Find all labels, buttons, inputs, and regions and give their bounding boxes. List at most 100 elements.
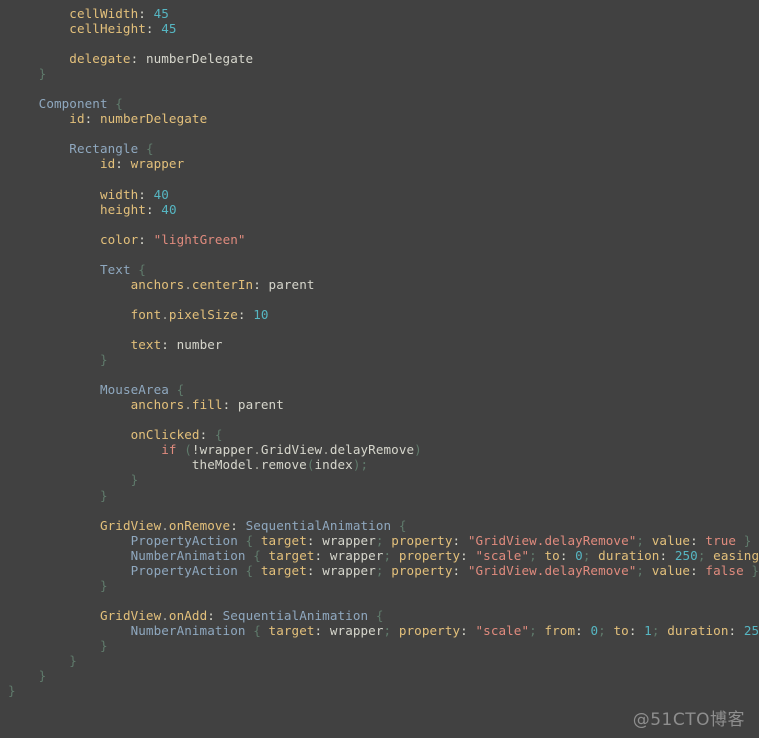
code-line[interactable]: anchors.centerIn: parent [8, 277, 759, 292]
code-token: onRemove [168, 517, 231, 533]
code-line[interactable]: if (!wrapper.GridView.delayRemove) [8, 442, 759, 457]
code-token: } [69, 653, 77, 669]
code-token: delayRemove [329, 442, 415, 458]
code-line[interactable]: } [8, 352, 759, 367]
code-token: 45 [153, 6, 169, 21]
code-line[interactable] [8, 217, 759, 232]
code-line[interactable]: PropertyAction { target: wrapper; proper… [8, 563, 759, 578]
code-token: 45 [161, 21, 177, 37]
code-token: fill [191, 397, 223, 413]
code-line[interactable]: GridView.onRemove: SequentialAnimation { [8, 518, 759, 533]
code-line[interactable]: font.pixelSize: 10 [8, 307, 759, 322]
code-line[interactable]: } [8, 66, 759, 81]
code-line[interactable] [8, 126, 759, 141]
code-token: : [253, 276, 261, 292]
code-token: ( [184, 442, 192, 458]
code-token: } [99, 352, 108, 368]
code-token: : [207, 607, 215, 623]
code-token: to [613, 622, 629, 638]
code-line[interactable]: cellWidth: 45 [8, 6, 759, 21]
code-token: "lightGreen" [153, 231, 246, 247]
code-line[interactable]: } [8, 668, 759, 683]
code-token: height [99, 201, 146, 217]
code-line[interactable] [8, 36, 759, 51]
code-token: target [260, 562, 307, 578]
code-token: } [8, 683, 16, 699]
code-token: "scale" [475, 622, 530, 638]
code-line[interactable]: } [8, 638, 759, 653]
code-line[interactable]: NumberAnimation { target: wrapper; prope… [8, 623, 759, 638]
code-token: ; [529, 547, 537, 563]
code-line[interactable] [8, 81, 759, 96]
code-line[interactable] [8, 593, 759, 608]
code-line[interactable]: anchors.fill: parent [8, 397, 759, 412]
code-token: from [544, 622, 576, 638]
code-line[interactable]: Rectangle { [8, 141, 759, 156]
code-line[interactable] [8, 367, 759, 382]
code-line[interactable] [8, 503, 759, 518]
code-token: : [145, 21, 154, 37]
code-line[interactable]: MouseArea { [8, 382, 759, 397]
code-line[interactable]: Text { [8, 262, 759, 277]
code-line[interactable] [8, 322, 759, 337]
code-line[interactable] [8, 412, 759, 427]
code-line[interactable]: text: number [8, 337, 759, 352]
code-token: ; [636, 562, 645, 578]
code-token: "GridView.delayRemove" [467, 562, 637, 578]
code-token: 40 [161, 201, 177, 217]
code-line[interactable]: } [8, 683, 759, 698]
code-token: ( [306, 457, 315, 473]
code-token: cellWidth [69, 6, 139, 21]
code-line[interactable]: delegate: numberDelegate [8, 51, 759, 66]
code-line[interactable]: } [8, 653, 759, 668]
code-token: : [138, 231, 146, 247]
code-token: theModel [191, 457, 254, 473]
code-line[interactable]: GridView.onAdd: SequentialAnimation { [8, 608, 759, 623]
code-token: cellHeight [69, 21, 146, 37]
code-line[interactable]: width: 40 [8, 187, 759, 202]
code-line[interactable]: PropertyAction { target: wrapper; proper… [8, 533, 759, 548]
code-line[interactable] [8, 172, 759, 187]
code-line-list[interactable]: cellWidth: 45 cellHeight: 45 delegate: n… [8, 6, 759, 698]
code-token: ; [582, 547, 591, 563]
code-token: : [161, 337, 169, 353]
code-line[interactable]: theModel.remove(index); [8, 457, 759, 472]
code-token: font [130, 306, 162, 322]
code-token: . [161, 306, 169, 322]
code-line[interactable]: id: wrapper [8, 156, 759, 171]
code-token: : [460, 622, 468, 638]
code-line[interactable]: onClicked: { [8, 427, 759, 442]
code-line[interactable] [8, 292, 759, 307]
code-line[interactable]: id: numberDelegate [8, 111, 759, 126]
code-editor-surface[interactable]: cellWidth: 45 cellHeight: 45 delegate: n… [0, 0, 759, 738]
code-line[interactable]: Component { [8, 96, 759, 111]
code-line[interactable]: height: 40 [8, 202, 759, 217]
code-token: property [398, 622, 461, 638]
code-line[interactable]: } [8, 578, 759, 593]
code-line[interactable] [8, 247, 759, 262]
code-line[interactable]: } [8, 472, 759, 487]
code-line[interactable]: NumberAnimation { target: wrapper; prope… [8, 548, 759, 563]
code-line[interactable]: color: "lightGreen" [8, 232, 759, 247]
code-line[interactable]: cellHeight: 45 [8, 21, 759, 36]
code-line[interactable]: } [8, 488, 759, 503]
